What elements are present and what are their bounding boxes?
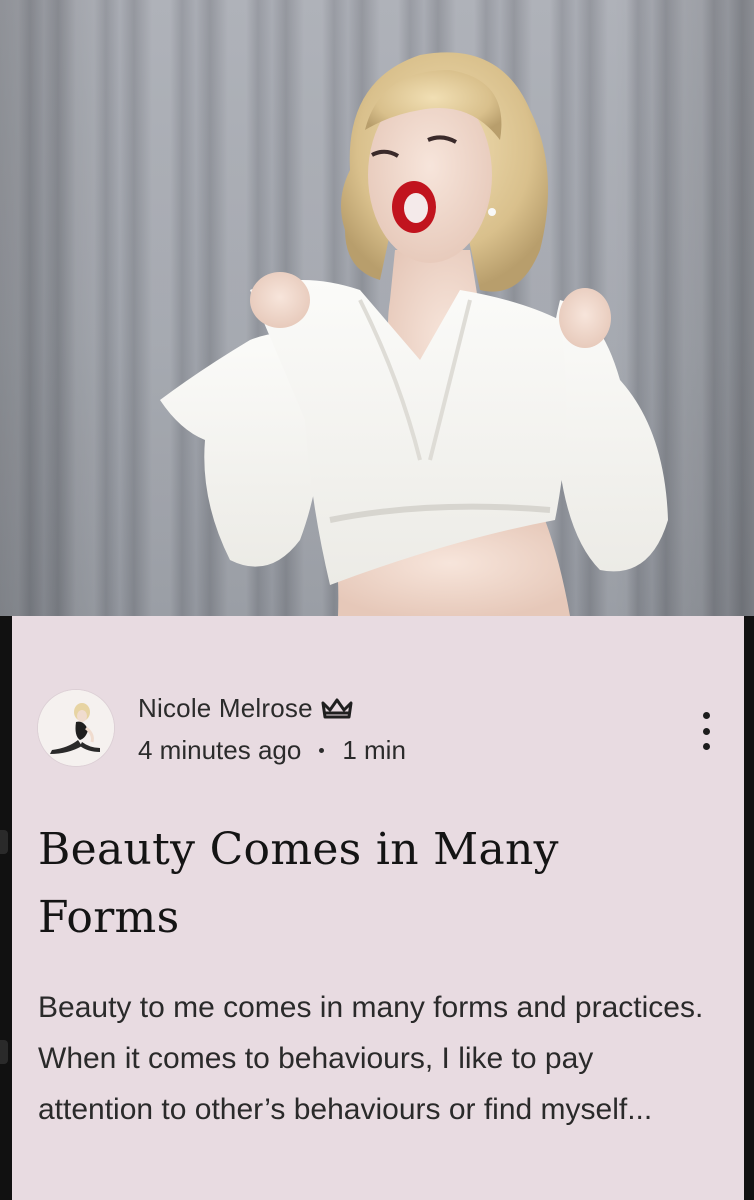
blog-post-page: Nicole Melrose 4 minutes ago 1 min Beaut…: [0, 0, 754, 1200]
crown-icon: [321, 697, 353, 719]
more-vertical-icon: [702, 727, 710, 735]
post-excerpt[interactable]: Beauty to me comes in many forms and pra…: [38, 982, 708, 1135]
cover-photo-figure: [160, 52, 668, 616]
post-meta: 4 minutes ago 1 min: [138, 734, 406, 766]
post-title[interactable]: Beauty Comes in Many Forms: [38, 816, 678, 952]
post-read-time: 1 min: [342, 734, 406, 765]
avatar-photo: [38, 690, 114, 766]
post-card[interactable]: Nicole Melrose 4 minutes ago 1 min Beaut…: [12, 616, 744, 1200]
edge-marker: [0, 830, 8, 854]
more-vertical-icon: [702, 712, 710, 719]
author-avatar[interactable]: [38, 690, 114, 766]
edge-marker: [0, 1040, 8, 1064]
more-options-button[interactable]: [694, 708, 718, 754]
post-cover-image[interactable]: [0, 0, 754, 616]
post-time-ago: 4 minutes ago: [138, 734, 302, 765]
author-name[interactable]: Nicole Melrose: [138, 693, 313, 724]
meta-separator-dot: [319, 747, 325, 753]
author-line: Nicole Melrose: [138, 692, 353, 724]
more-vertical-icon: [702, 743, 710, 750]
